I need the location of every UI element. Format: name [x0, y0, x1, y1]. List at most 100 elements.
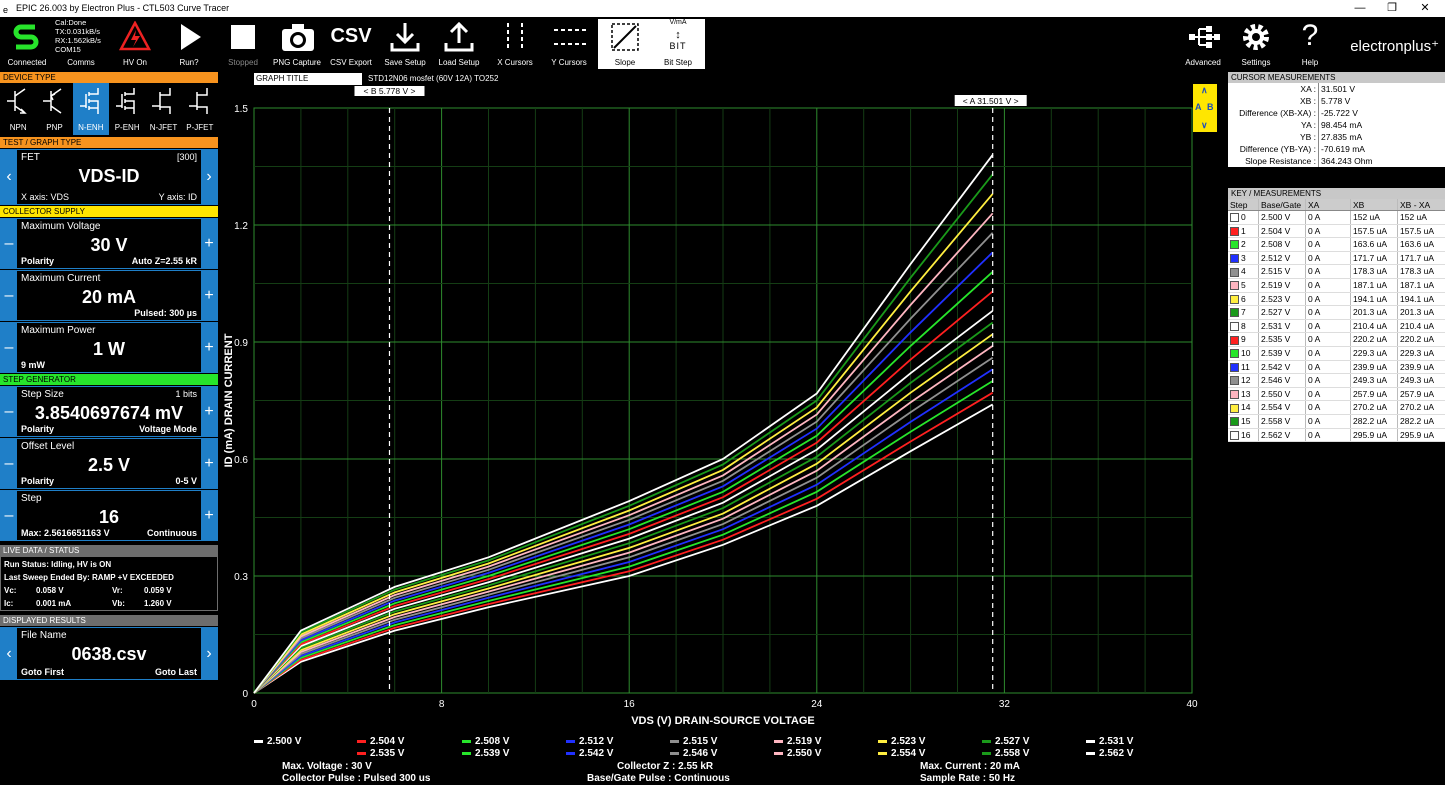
key-table-row[interactable]: 13 2.550 V0 A 257.9 uA 257.9 uA — [1228, 387, 1445, 402]
help-button[interactable]: ? Help — [1283, 19, 1337, 69]
max-power-decrease[interactable]: – — [1, 323, 17, 372]
legend-item: 2.550 V — [774, 748, 821, 759]
legend-item: 2.500 V — [254, 736, 301, 747]
test-graph-panel: ‹ FET [300] VDS-ID X axis: VDS Y axis: I… — [0, 149, 218, 205]
cursor-a-label[interactable]: < A 31.501 V > — [954, 95, 1027, 106]
offset-panel: – Offset Level 2.5 V Polarity 0-5 V + — [0, 438, 218, 489]
goto-last[interactable]: Goto Last — [155, 667, 197, 677]
max-voltage-increase[interactable]: + — [201, 219, 217, 268]
key-table-row[interactable]: 15 2.558 V0 A 282.2 uA 282.2 uA — [1228, 414, 1445, 429]
x-cursors-button[interactable]: X Cursors — [488, 19, 542, 69]
key-table-row[interactable]: 1 2.504 V0 A 157.5 uA 157.5 uA — [1228, 224, 1445, 239]
legend-item: 2.562 V — [1086, 748, 1133, 759]
device-p-jfet[interactable]: P-JFET — [182, 83, 218, 135]
csv-icon: CSV — [330, 25, 372, 47]
legend: 2.500 V 2.504 V 2.508 V 2.512 V 2.515 V 2.519… — [222, 734, 1225, 784]
step-size-decrease[interactable]: – — [1, 387, 17, 436]
curve-plot[interactable]: 0 8 16 24 32 40 0 0.3 0.6 0.9 1.2 1.5 VDS (V) DRAIN-… — [222, 86, 1222, 746]
color-swatch — [1230, 226, 1239, 236]
legend-swatch — [982, 751, 991, 755]
save-setup-button[interactable]: Save Setup — [378, 19, 432, 69]
graph-title-input[interactable]: STD12N06 mosfet (60V 12A) TO252 — [366, 73, 846, 85]
legend-item: 2.546 V — [670, 748, 717, 759]
y-cursors-icon — [554, 29, 586, 45]
run-button[interactable]: Run? — [162, 19, 216, 69]
cursor-selector[interactable]: ∧ A B ∨ — [1193, 84, 1217, 132]
step-panel: – Step 16 Max: 2.5616651163 V Continuous… — [0, 490, 218, 541]
graph-area: GRAPH TITLE STD12N06 mosfet (60V 12A) TO… — [222, 72, 1225, 785]
offset-increase[interactable]: + — [201, 439, 217, 488]
key-measurements-table: Step Base/Gate XA XB XB - XA 0 2.500 V0 A 152 u… — [1228, 199, 1445, 443]
advanced-button[interactable]: Advanced — [1176, 19, 1230, 69]
key-table-row[interactable]: 7 2.527 V0 A 201.3 uA 201.3 uA — [1228, 306, 1445, 320]
key-table-row[interactable]: 11 2.542 V0 A 239.9 uA 239.9 uA — [1228, 360, 1445, 375]
max-power-increase[interactable]: + — [201, 323, 217, 372]
connected-icon — [13, 24, 39, 50]
device-n-enh[interactable]: N-ENH — [72, 83, 109, 135]
key-table-row[interactable]: 9 2.535 V0 A 220.2 uA 220.2 uA — [1228, 333, 1445, 347]
device-n-jfet[interactable]: N-JFET — [145, 83, 181, 135]
offset-decrease[interactable]: – — [1, 439, 17, 488]
settings-button[interactable]: Settings — [1229, 19, 1283, 69]
bit-step-button[interactable]: V/mA ↕ BIT Bit Step — [651, 19, 705, 69]
key-table-row[interactable]: 5 2.519 V0 A 187.1 uA 187.1 uA — [1228, 278, 1445, 293]
key-table-row[interactable]: 2 2.508 V0 A 163.6 uA 163.6 uA — [1228, 238, 1445, 252]
connected-button[interactable]: Connected — [0, 19, 54, 69]
test-prev-button[interactable]: ‹ — [1, 150, 17, 204]
csv-export-button[interactable]: CSV CSV Export — [324, 19, 378, 69]
legend-item: 2.542 V — [566, 748, 613, 759]
key-table-row[interactable]: 14 2.554 V0 A 270.2 uA 270.2 uA — [1228, 401, 1445, 415]
file-name-value: 0638.csv — [71, 644, 147, 664]
goto-first[interactable]: Goto First — [21, 667, 64, 677]
key-table-row[interactable]: 6 2.523 V0 A 194.1 uA 194.1 uA — [1228, 292, 1445, 307]
results-prev-button[interactable]: ‹ — [1, 628, 17, 679]
y-tick-label: 0.6 — [234, 455, 248, 466]
close-button[interactable]: ✕ — [1405, 0, 1445, 17]
cursor-meas-row: YA :98.454 mA — [1228, 119, 1445, 131]
max-voltage-decrease[interactable]: – — [1, 219, 17, 268]
max-current-value: 20 mA — [81, 287, 137, 307]
max-current-increase[interactable]: + — [201, 271, 217, 320]
cursor-b-label[interactable]: < B 5.778 V > — [354, 86, 425, 96]
legend-item: 2.512 V — [566, 736, 613, 747]
legend-item: 2.519 V — [774, 736, 821, 747]
key-table-row[interactable]: 8 2.531 V0 A 210.4 uA 210.4 uA — [1228, 319, 1445, 334]
key-table-row[interactable]: 4 2.515 V0 A 178.3 uA 178.3 uA — [1228, 265, 1445, 279]
key-table-row[interactable]: 10 2.539 V0 A 229.3 uA 229.3 uA — [1228, 346, 1445, 361]
brand-logo: electronplus⁺ — [1350, 38, 1439, 55]
key-table-row[interactable]: 12 2.546 V0 A 249.3 uA 249.3 uA — [1228, 374, 1445, 388]
hv-on-button[interactable]: HV On — [108, 19, 162, 69]
svg-text:< A 31.501 V >: < A 31.501 V > — [963, 96, 1019, 106]
cursor-a-button[interactable]: A — [1195, 102, 1202, 112]
test-next-button[interactable]: › — [201, 150, 217, 204]
slope-button[interactable]: Slope — [598, 19, 652, 69]
graph-title-label: GRAPH TITLE — [254, 73, 362, 85]
stop-button[interactable]: Stopped — [216, 19, 270, 69]
device-p-enh[interactable]: P-ENH — [109, 83, 145, 135]
png-capture-button[interactable]: PNG Capture — [270, 19, 324, 69]
y-cursors-button[interactable]: Y Cursors — [542, 19, 596, 69]
load-setup-button[interactable]: Load Setup — [432, 19, 486, 69]
test-type-value: VDS-ID — [78, 166, 140, 186]
cursor-measurements: XA :31.501 V XB :5.778 V Difference (XB-XA… — [1228, 83, 1445, 167]
legend-info: Base/Gate Pulse : Continuous — [587, 773, 730, 784]
results-header: DISPLAYED RESULTS — [0, 615, 218, 626]
key-table-row[interactable]: 16 2.562 V0 A 295.9 uA 295.9 uA — [1228, 428, 1445, 443]
offset-value: 2.5 V — [87, 455, 131, 475]
step-increase[interactable]: + — [201, 491, 217, 540]
max-current-decrease[interactable]: – — [1, 271, 17, 320]
key-table-row[interactable]: 3 2.512 V0 A 171.7 uA 171.7 uA — [1228, 251, 1445, 266]
key-meas-header: KEY / MEASUREMENTS — [1228, 188, 1445, 199]
y-tick-label: 0 — [242, 689, 248, 700]
step-decrease[interactable]: – — [1, 491, 17, 540]
x-axis-label: VDS (V) DRAIN-SOURCE VOLTAGE — [631, 715, 815, 727]
device-pnp[interactable]: PNP — [36, 83, 72, 135]
legend-swatch — [462, 739, 471, 743]
legend-info: Max. Voltage : 30 V — [282, 761, 372, 772]
cursor-b-button[interactable]: B — [1207, 102, 1214, 112]
device-npn[interactable]: NPN — [0, 83, 36, 135]
step-size-increase[interactable]: + — [201, 387, 217, 436]
comms-button[interactable]: Comms — [54, 19, 108, 69]
results-next-button[interactable]: › — [201, 628, 217, 679]
key-table-row[interactable]: 0 2.500 V0 A 152 uA 152 uA — [1228, 211, 1445, 225]
